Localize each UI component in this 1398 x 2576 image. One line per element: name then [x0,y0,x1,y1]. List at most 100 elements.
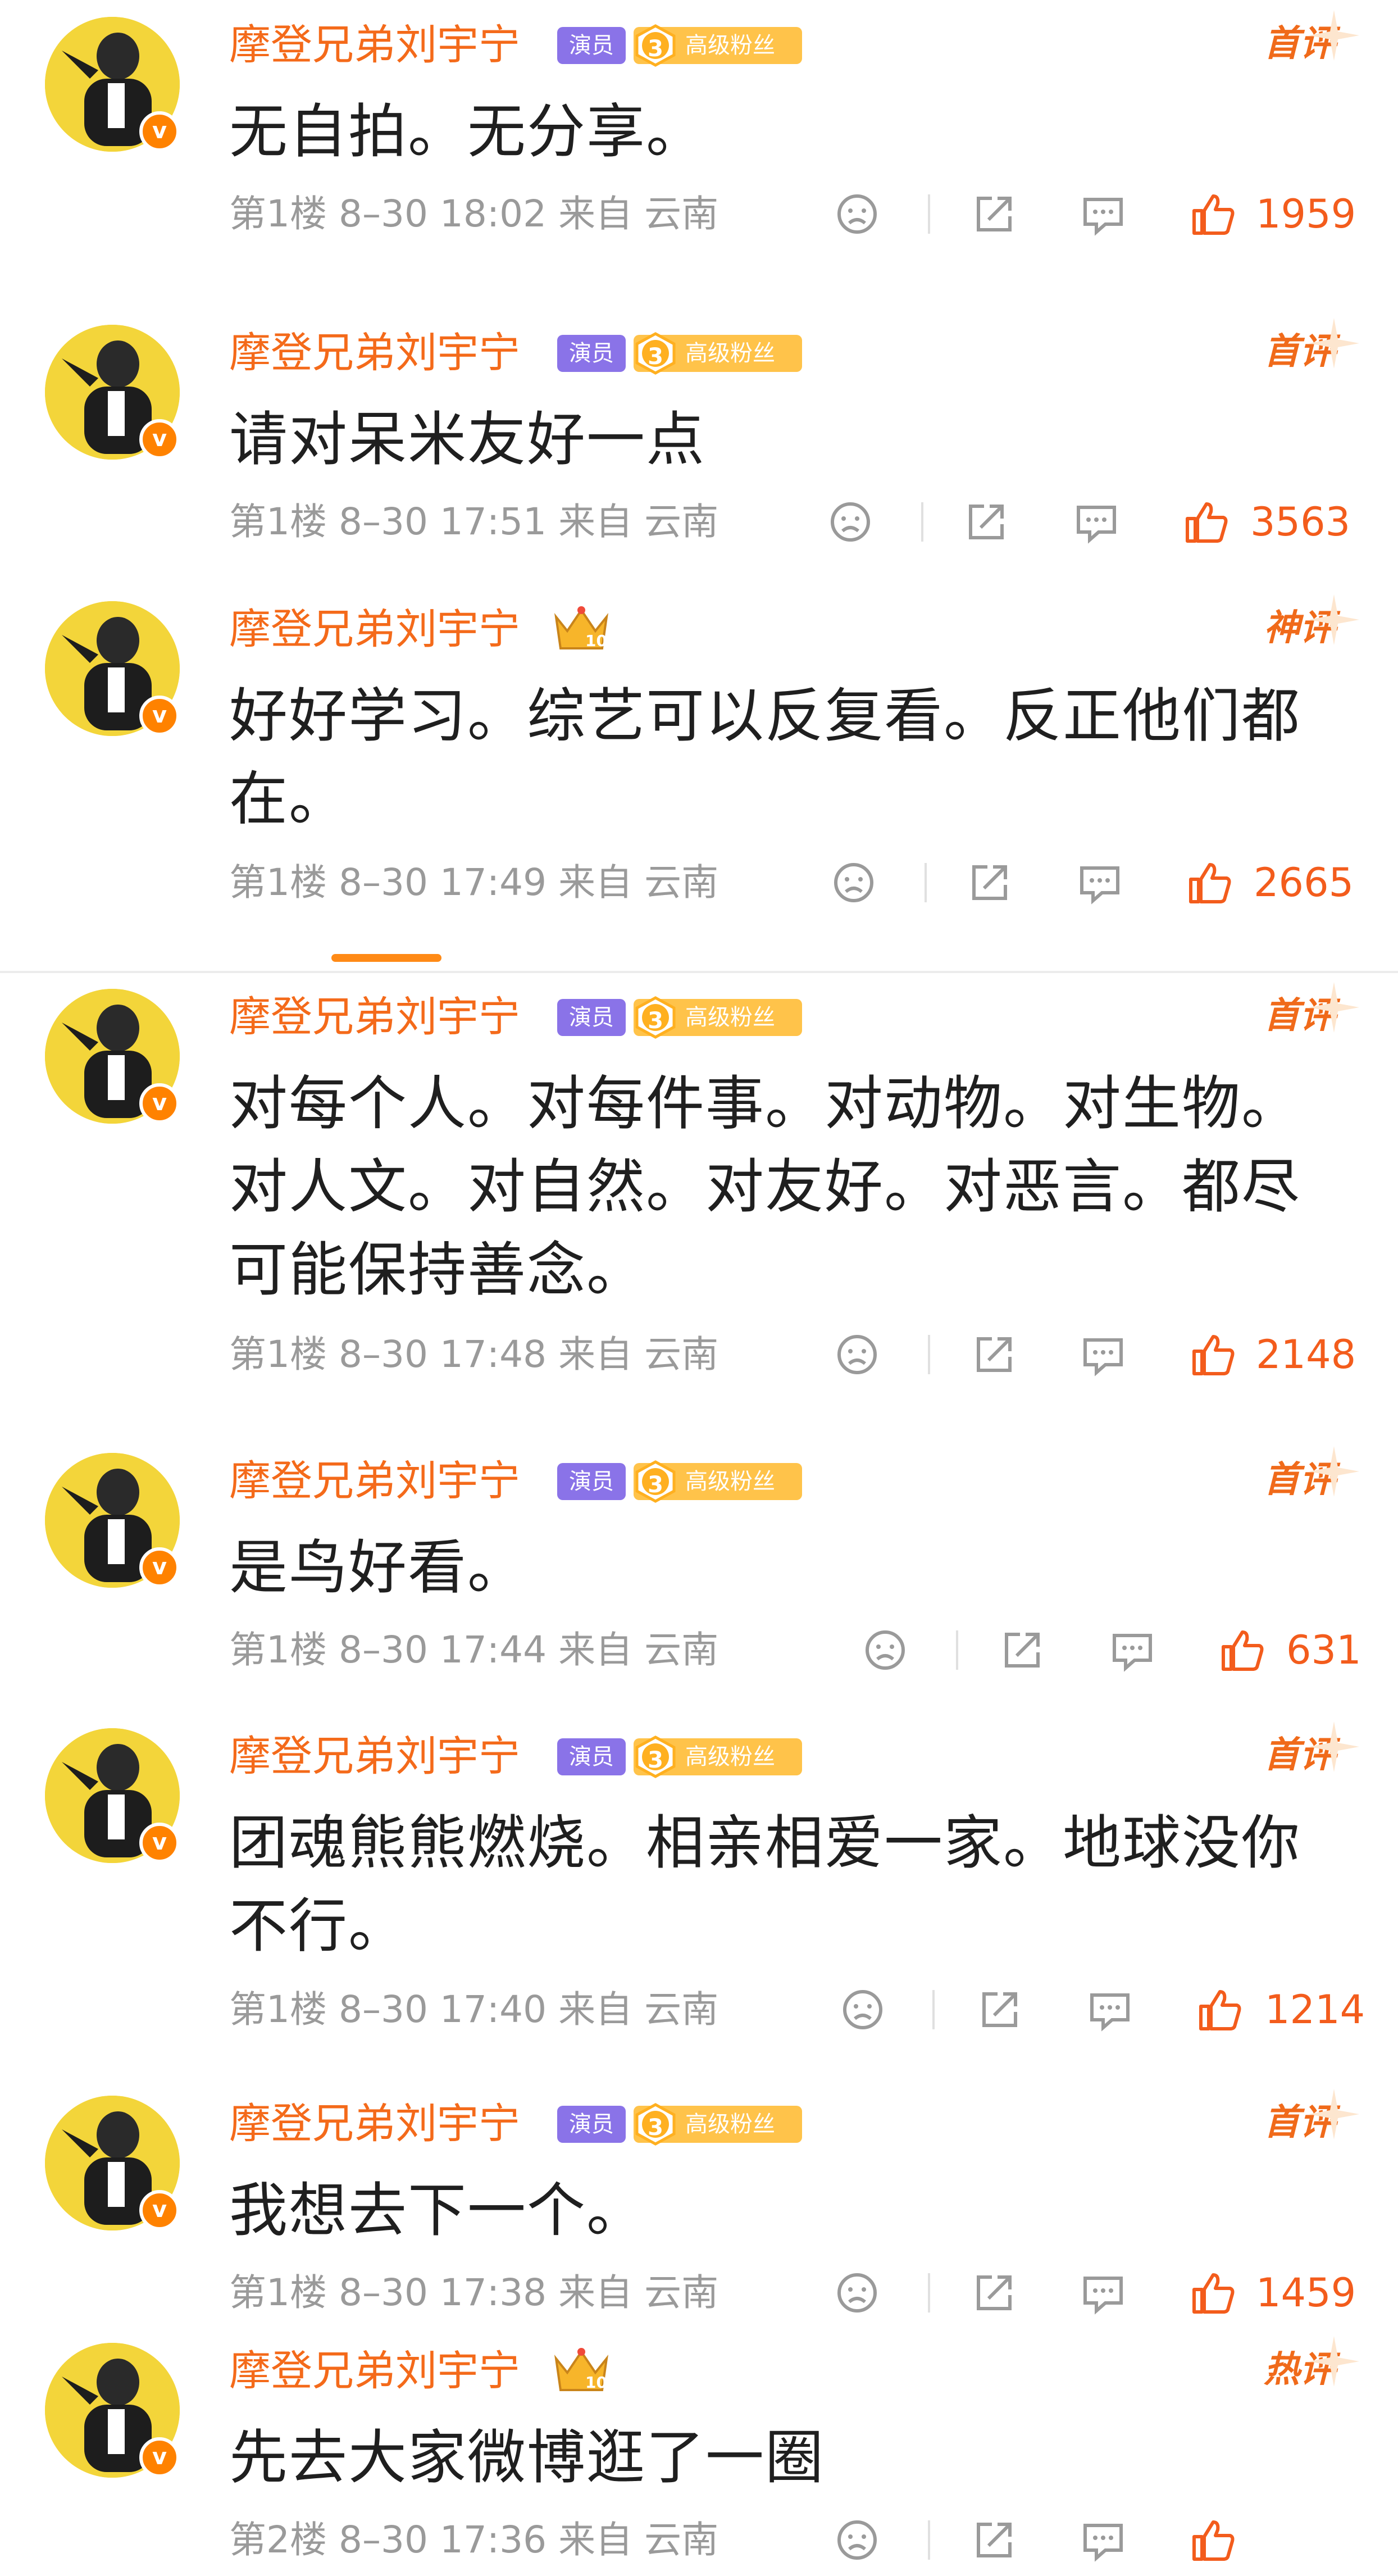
like-count: 631 [1286,1627,1361,1673]
divider [921,502,923,542]
comment-icon[interactable] [1110,1628,1155,1673]
fan-tag-label: 高级粉丝 [685,33,775,58]
share-icon[interactable] [977,1987,1022,2032]
comment-text: 对每个人。对每件事。对动物。对生物。对人文。对自然。对友好。对恶言。都尽可能保持… [229,1069,1301,1304]
like-icon[interactable] [1191,1332,1236,1377]
dislike-icon[interactable] [835,2270,880,2315]
like-icon[interactable] [1191,192,1236,237]
share-icon[interactable] [1000,1628,1045,1673]
dislike-icon[interactable] [840,1987,885,2032]
like-count: 1214 [1265,1987,1365,2033]
comment-icon[interactable] [1081,192,1126,237]
sparkle-icon [1309,982,1359,1033]
like-icon[interactable] [1220,1628,1265,1673]
dislike-icon[interactable] [828,499,873,544]
comment-text: 先去大家微博逛了一圈 [229,2423,825,2492]
comment-icon[interactable] [1081,1332,1126,1377]
divider [928,1335,930,1374]
comment-meta: 第1楼 8–30 17:44 来自 云南 [229,1628,719,1671]
fan-level-badge: 3 高级粉丝 [634,1460,802,1503]
divider [928,194,930,234]
dislike-icon[interactable] [831,860,876,905]
comment-icon[interactable] [1081,2270,1126,2315]
fan-tag-label: 高级粉丝 [685,1744,775,1770]
comment-meta: 第1楼 8–30 17:40 来自 云南 [229,1988,719,2031]
comment-text: 请对呆米友好一点 [229,405,706,474]
role-badge: 演员 [557,999,626,1036]
role-badge: 演员 [557,1738,626,1775]
share-icon[interactable] [972,2270,1017,2315]
fan-level-badge: 3 高级粉丝 [634,2103,802,2146]
share-icon[interactable] [972,192,1017,237]
username[interactable]: 摩登兄弟刘宇宁 [229,17,520,73]
verified-icon: v [139,1083,180,1124]
like-icon[interactable] [1191,2270,1236,2315]
username[interactable]: 摩登兄弟刘宇宁 [229,601,520,657]
crown-badge: 10 [550,2342,612,2398]
like-icon[interactable] [1197,1987,1242,2032]
role-badge: 演员 [557,27,626,64]
comment-icon[interactable] [1077,860,1122,905]
sparkle-icon [1309,1446,1359,1497]
dislike-icon[interactable] [835,1332,880,1377]
role-badge: 演员 [557,2106,626,2143]
comment-text: 无自拍。无分享。 [229,97,706,166]
comment-meta: 第1楼 8–30 17:51 来自 云南 [229,500,719,543]
comment-meta: 第1楼 8–30 17:49 来自 云南 [229,861,719,904]
dislike-icon[interactable] [835,2518,880,2563]
share-icon[interactable] [972,2518,1017,2563]
sparkle-icon [1309,1721,1359,1772]
fan-level-badge: 3 高级粉丝 [634,1735,802,1778]
username[interactable]: 摩登兄弟刘宇宁 [229,1728,520,1784]
verified-icon: v [139,111,180,152]
divider [956,1630,958,1670]
username[interactable]: 摩登兄弟刘宇宁 [229,2343,520,2399]
comment-icon[interactable] [1074,499,1119,544]
verified-icon: v [139,419,180,460]
divider [925,863,927,902]
like-count: 2665 [1254,860,1354,906]
username[interactable]: 摩登兄弟刘宇宁 [229,989,520,1045]
scroll-indicator [331,954,441,962]
like-count: 1459 [1256,2270,1356,2316]
sparkle-icon [1309,10,1359,61]
sparkle-icon [1309,594,1359,645]
username[interactable]: 摩登兄弟刘宇宁 [229,1453,520,1509]
sparkle-icon [1309,318,1359,369]
like-count: 3563 [1250,499,1351,545]
verified-icon: v [139,2190,180,2230]
comment-meta: 第1楼 8–30 17:38 来自 云南 [229,2271,719,2314]
share-icon[interactable] [967,860,1012,905]
verified-icon: v [139,696,180,736]
verified-icon: v [139,1823,180,1863]
comment-meta: 第1楼 8–30 17:48 来自 云南 [229,1333,719,1376]
dislike-icon[interactable] [835,192,880,237]
dislike-icon[interactable] [863,1628,908,1673]
role-badge: 演员 [557,1463,626,1500]
like-count: 2148 [1256,1332,1356,1378]
fan-level-badge: 3 高级粉丝 [634,332,802,375]
comment-icon[interactable] [1081,2518,1126,2563]
section-divider [0,971,1398,973]
sparkle-icon [1309,2089,1359,2139]
fan-tag-label: 高级粉丝 [685,2111,775,2137]
username[interactable]: 摩登兄弟刘宇宁 [229,2096,520,2152]
share-icon[interactable] [972,1332,1017,1377]
like-icon[interactable] [1184,499,1229,544]
comment-text: 团魂熊熊燃烧。相亲相爱一家。地球没你不行。 [229,1809,1301,1960]
comment-text: 是鸟好看。 [229,1533,527,1602]
share-icon[interactable] [964,499,1009,544]
fan-level-badge: 3 高级粉丝 [634,996,802,1039]
like-icon[interactable] [1187,860,1232,905]
like-icon[interactable] [1191,2518,1236,2563]
divider [928,2273,930,2313]
fan-tag-label: 高级粉丝 [685,1469,775,1494]
fan-tag-label: 高级粉丝 [685,340,775,366]
username[interactable]: 摩登兄弟刘宇宁 [229,325,520,381]
verified-icon: v [139,2437,180,2478]
divider [932,1990,935,2029]
divider [928,2520,930,2560]
comment-meta: 第2楼 8–30 17:36 来自 云南 [229,2518,719,2561]
comment-icon[interactable] [1087,1987,1132,2032]
like-count: 1959 [1256,191,1356,237]
